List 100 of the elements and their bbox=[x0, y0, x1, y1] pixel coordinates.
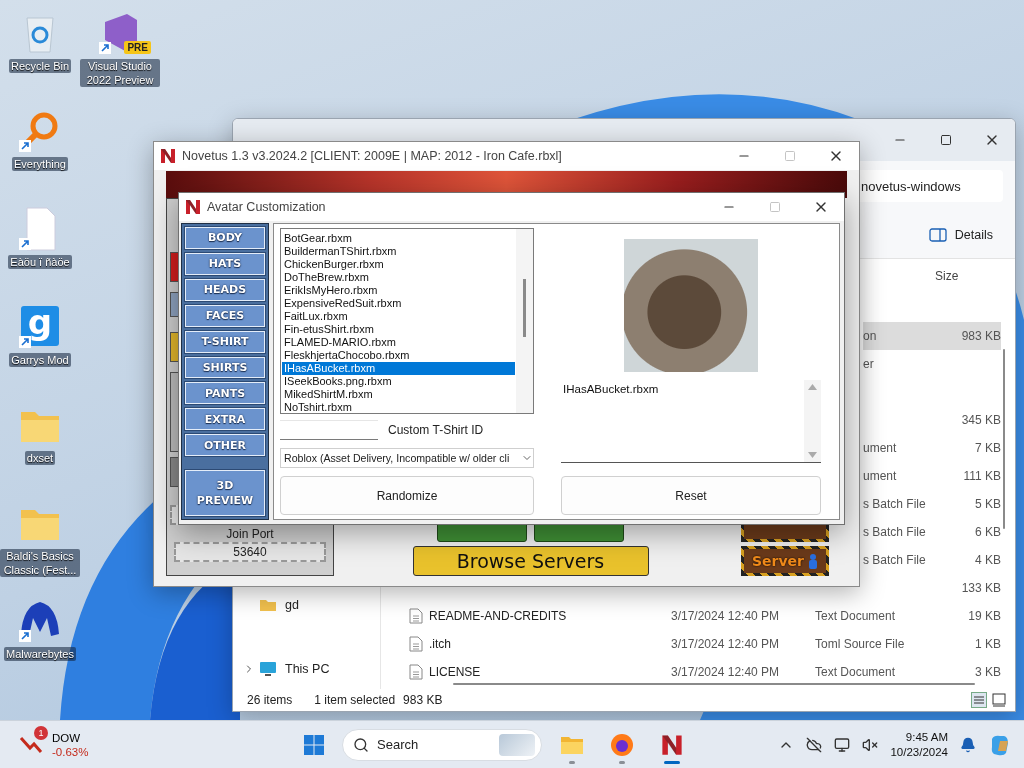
size-cell: 5 KB bbox=[975, 497, 1001, 511]
file-row[interactable]: 133 KB bbox=[863, 574, 1001, 602]
type-cell-text: Toml Source File bbox=[815, 637, 906, 651]
desktop-icon-label[interactable]: Everything bbox=[12, 157, 68, 171]
dialog-title: Avatar Customization bbox=[207, 200, 326, 214]
file-row[interactable]: .itch 3/17/2024 12:40 PM Toml Source File 1 KB bbox=[381, 630, 1015, 658]
size-cell: 983 KB bbox=[961, 329, 1001, 343]
list-item[interactable]: FleskhjertaChocobo.rbxm bbox=[282, 349, 515, 362]
list-item[interactable]: ISeekBooks.png.rbxm bbox=[282, 375, 515, 388]
tile-view-icon[interactable] bbox=[991, 692, 1007, 708]
monitor-icon[interactable] bbox=[834, 736, 851, 753]
file-row[interactable]: ument 7 KB bbox=[863, 434, 1001, 462]
file-row[interactable]: LICENSE 3/17/2024 12:40 PM Text Document 3 KB bbox=[381, 658, 1015, 686]
file-row[interactable]: ument 111 KB bbox=[863, 462, 1001, 490]
list-view-icon[interactable] bbox=[971, 692, 987, 708]
stock-name: DOW bbox=[52, 730, 82, 745]
size-cell-text: 3 KB bbox=[974, 665, 1001, 679]
stock-change: -0.63% bbox=[52, 744, 89, 759]
file-row[interactable]: s Batch File 5 KB bbox=[863, 490, 1001, 518]
app-logo-icon bbox=[661, 733, 683, 756]
windows-logo-icon bbox=[304, 734, 324, 755]
list-item[interactable]: ErikIsMyHero.rbxm bbox=[282, 284, 515, 297]
search-highlight-image bbox=[499, 733, 535, 756]
window-title: Novetus 1.3 v3.2024.2 [CLIENT: 2009E | MAP: 2012 - Iron Cafe.rbxl] bbox=[182, 149, 562, 163]
date-cell-text: 3/17/2024 12:40 PM bbox=[671, 665, 781, 679]
details-button[interactable]: Details bbox=[922, 223, 999, 246]
list-item[interactable]: IHasABucket.rbxm bbox=[282, 362, 515, 375]
date-cell-text: 3/17/2024 12:40 PM bbox=[671, 637, 781, 651]
list-item[interactable]: BuildermanTShirt.rbxm bbox=[282, 245, 515, 258]
size-cell: 345 KB bbox=[961, 413, 1001, 427]
mute-icon[interactable] bbox=[862, 736, 879, 753]
server-button[interactable]: Server bbox=[741, 546, 829, 576]
file-name: README-AND-CREDITS bbox=[409, 608, 671, 624]
list-item[interactable]: FLAMED-MARIO.rbxm bbox=[282, 336, 515, 349]
search-field[interactable]: Search bbox=[342, 728, 542, 761]
maximize-icon bbox=[769, 201, 781, 213]
type-cell-text: ument bbox=[863, 469, 898, 483]
date-cell-text: 3/17/2024 12:40 PM bbox=[671, 609, 781, 623]
desktop-icon-label[interactable]: dxset bbox=[24, 451, 56, 465]
field-label: Custom T-Shirt ID bbox=[388, 423, 484, 437]
size-cell: 7 KB bbox=[975, 441, 1001, 455]
scroll-up-icon[interactable] bbox=[808, 384, 817, 390]
scrollbar-thumb[interactable] bbox=[523, 279, 526, 337]
sidebar-item[interactable]: This PC bbox=[233, 655, 380, 683]
port-field[interactable]: 53640 bbox=[174, 542, 326, 562]
randomize-button[interactable]: Randomize bbox=[280, 476, 534, 515]
desktop-icon-label[interactable]: Eàöu ï ñàöe bbox=[8, 255, 72, 269]
text-area[interactable]: IHasABucket.rbxm bbox=[561, 380, 821, 463]
selection-info: 1 item selected bbox=[314, 693, 396, 707]
source-dropdown[interactable]: Roblox (Asset Delivery, Incompatible w/ older cli bbox=[280, 448, 534, 468]
maximize-icon bbox=[784, 150, 796, 162]
notification-icon[interactable] bbox=[960, 736, 976, 753]
type-cell-text: Text Document bbox=[815, 665, 897, 679]
file-row[interactable]: README-AND-CREDITS 3/17/2024 12:40 PM Text Document 19 KB bbox=[381, 602, 1015, 630]
type-cell-text: on bbox=[863, 329, 878, 343]
type-cell-text: ument bbox=[863, 441, 898, 455]
file-row[interactable]: s Batch File 6 KB bbox=[863, 518, 1001, 546]
type-cell-text: s Batch File bbox=[863, 497, 927, 511]
file-row[interactable]: er bbox=[863, 350, 1001, 378]
file-icon bbox=[409, 636, 423, 652]
column-header[interactable]: Size bbox=[935, 269, 959, 283]
cloud-off-icon[interactable] bbox=[806, 736, 823, 753]
app-logo-icon bbox=[185, 199, 201, 215]
file-name: LICENSE bbox=[409, 664, 671, 680]
item-count: 26 items bbox=[247, 693, 293, 707]
search-icon bbox=[353, 736, 369, 753]
browse-servers-button[interactable]: Browse Servers bbox=[412, 546, 649, 576]
desktop-icon-label[interactable]: Garrys Mod bbox=[9, 353, 71, 367]
clock[interactable]: 9:45 AM 10/23/2024 bbox=[890, 729, 948, 760]
desktop-icon-label[interactable]: Malwarebytes bbox=[4, 647, 76, 661]
list-item[interactable]: MikedShirtM.rbxm bbox=[282, 388, 515, 401]
file-row[interactable]: 345 KB bbox=[863, 406, 1001, 434]
file-name: .itch bbox=[409, 636, 671, 652]
notification-badge: 1 bbox=[34, 725, 48, 740]
desktop-icon-label[interactable]: Visual Studio 2022 Preview bbox=[80, 59, 160, 87]
size-cell: 6 KB bbox=[975, 525, 1001, 539]
reset-button[interactable]: Reset bbox=[561, 476, 821, 515]
folder-icon bbox=[259, 597, 277, 613]
join-port-label: Join Port bbox=[225, 527, 275, 541]
browser-icon bbox=[610, 732, 634, 757]
list-item[interactable]: ChickenBurger.rbxm bbox=[282, 258, 515, 271]
list-item[interactable]: NoTshirt.rbxm bbox=[282, 401, 515, 414]
scrollbar-thumb[interactable] bbox=[1003, 349, 1005, 529]
scrollbar-thumb[interactable] bbox=[453, 683, 975, 685]
list-item[interactable]: BotGear.rbxm bbox=[282, 232, 515, 245]
scroll-down-icon[interactable] bbox=[808, 452, 817, 458]
app-logo-icon bbox=[160, 148, 176, 164]
desktop-icon-label[interactable]: Recycle Bin bbox=[8, 59, 72, 73]
type-cell-text: er bbox=[863, 357, 875, 371]
size-cell: 133 KB bbox=[961, 581, 1001, 595]
list-item[interactable]: Fin-etusShirt.rbxm bbox=[282, 323, 515, 336]
list-item[interactable]: FaitLux.rbxm bbox=[282, 310, 515, 323]
list-item[interactable]: ExpensiveRedSuit.rbxm bbox=[282, 297, 515, 310]
file-row[interactable]: on 983 KB bbox=[863, 322, 1001, 350]
list-item[interactable]: DoTheBrew.rbxm bbox=[282, 271, 515, 284]
desktop-icon-label[interactable]: Baldi's Basics Classic (Fest... bbox=[0, 549, 80, 577]
person-icon bbox=[808, 553, 818, 569]
file-row[interactable]: s Batch File 4 KB bbox=[863, 546, 1001, 574]
file-icon bbox=[409, 608, 423, 624]
sidebar-item[interactable]: gd bbox=[233, 591, 380, 619]
